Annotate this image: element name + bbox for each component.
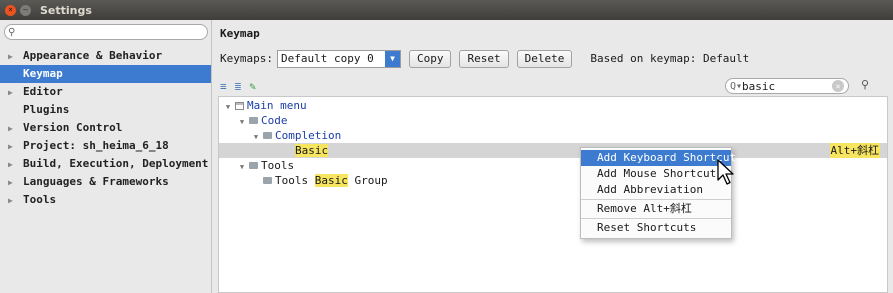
menu-icon [235, 102, 244, 110]
reset-button[interactable]: Reset [459, 49, 509, 68]
find-shortcut-icon[interactable]: ⚲ [861, 78, 869, 91]
expand-arrow-icon: ▶ [8, 178, 13, 187]
sidebar-item-label: Build, Execution, Deployment [23, 157, 209, 170]
expand-arrow-icon: ▶ [8, 160, 13, 169]
action-basic: Basic [295, 144, 329, 157]
menu-item-remove-shortcut[interactable]: Remove Alt+斜杠 [581, 201, 731, 217]
mouse-cursor-icon [717, 159, 734, 185]
menu-divider [581, 218, 731, 219]
tree-row-code[interactable]: ▼ Code [219, 113, 887, 128]
sidebar-item-label: Tools [23, 193, 57, 206]
edit-pencil-icon[interactable]: ✎ [249, 80, 256, 93]
expand-arrow-icon: ▶ [8, 88, 13, 97]
sidebar-item-label: Keymap [23, 67, 63, 80]
menu-divider [581, 199, 731, 200]
folder-icon [263, 177, 272, 184]
based-on-keymap-text: Based on keymap: Default [590, 52, 750, 65]
search-icon: Q▾ [730, 80, 743, 92]
sidebar-item-version-control[interactable]: ▶ Version Control [0, 119, 211, 137]
folder-icon [263, 132, 272, 139]
delete-button[interactable]: Delete [516, 49, 573, 68]
expand-arrow-icon: ▶ [8, 196, 13, 205]
sidebar-item-label: Appearance & Behavior [23, 49, 163, 62]
sidebar-item-keymap[interactable]: Keymap [0, 65, 211, 83]
close-window-button[interactable]: × [5, 4, 16, 16]
search-icon: ⚲ [8, 26, 16, 38]
keymap-select[interactable]: Default copy 0 ▼ [276, 49, 401, 68]
menu-item-add-keyboard-shortcut[interactable]: Add Keyboard Shortcut [581, 150, 736, 166]
expand-all-icon[interactable]: ≡ [220, 80, 227, 93]
keymaps-label: Keymaps: [220, 52, 273, 65]
title-bar: × – Settings [0, 0, 893, 20]
sidebar-item-project[interactable]: ▶ Project: sh_heima_6_18 [0, 137, 211, 155]
sidebar-item-build[interactable]: ▶ Build, Execution, Deployment [0, 155, 211, 173]
shortcut-badge: Alt+斜杠 [829, 143, 880, 158]
tree-row-completion[interactable]: ▼ Completion [219, 128, 887, 143]
minimize-window-button[interactable]: – [20, 4, 31, 16]
tree-row-basic[interactable]: Basic Alt+斜杠 [219, 143, 887, 158]
copy-button[interactable]: Copy [408, 49, 452, 68]
tree-row-main-menu[interactable]: ▼ Main menu [219, 98, 887, 113]
sidebar-item-appearance[interactable]: ▶ Appearance & Behavior [0, 47, 211, 65]
keymap-controls: Keymaps: Default copy 0 ▼ Copy Reset Del… [220, 49, 880, 68]
settings-search-input[interactable]: ⚲ [4, 24, 208, 40]
chevron-down-icon[interactable]: ▼ [384, 50, 400, 67]
expand-arrow-icon: ▶ [8, 124, 13, 133]
tree-row-tools[interactable]: ▼ Tools [219, 158, 887, 173]
sidebar-item-label: Languages & Frameworks [23, 175, 169, 188]
menu-item-reset-shortcuts[interactable]: Reset Shortcuts [581, 220, 731, 236]
menu-item-add-abbreviation[interactable]: Add Abbreviation [581, 182, 731, 198]
folder-icon [249, 117, 258, 124]
collapse-all-icon[interactable]: ≣ [235, 80, 242, 93]
clear-icon[interactable]: × [832, 80, 844, 92]
sidebar-item-tools[interactable]: ▶ Tools [0, 191, 211, 209]
tree-row-tools-basic-group[interactable]: Tools Basic Group [219, 173, 887, 188]
context-menu: Add Keyboard Shortcut Add Mouse Shortcut… [580, 147, 736, 239]
sidebar-item-label: Plugins [23, 103, 70, 116]
filter-value: basic [742, 79, 776, 93]
sidebar-item-languages[interactable]: ▶ Languages & Frameworks [0, 173, 211, 191]
window-title: Settings [40, 3, 92, 17]
keymap-filter-input[interactable]: Q▾ basic × [725, 78, 849, 94]
expand-arrow-icon: ▶ [8, 142, 13, 151]
actions-tree: ▼ Main menu ▼ Code ▼ Completion Basic Alt+斜… [218, 96, 888, 293]
sidebar-item-plugins[interactable]: Plugins [0, 101, 211, 119]
keymap-panel: Keymap Keymaps: Default copy 0 ▼ Copy Re… [213, 20, 893, 293]
settings-sidebar: ⚲ ▶ Appearance & Behavior Keymap ▶ Editor … [0, 20, 212, 293]
sidebar-item-label: Project: sh_heima_6_18 [23, 139, 169, 152]
sidebar-item-editor[interactable]: ▶ Editor [0, 83, 211, 101]
expand-arrow-icon: ▶ [8, 52, 13, 61]
tree-toolbar: ≡ ≣ ✎ [220, 80, 256, 93]
sidebar-item-label: Version Control [23, 121, 123, 134]
folder-icon [249, 162, 258, 169]
page-title: Keymap [220, 27, 260, 40]
menu-item-add-mouse-shortcut[interactable]: Add Mouse Shortcut [581, 166, 731, 182]
sidebar-item-label: Editor [23, 85, 63, 98]
settings-nav: ▶ Appearance & Behavior Keymap ▶ Editor Pl… [0, 47, 211, 209]
keymap-select-value: Default copy 0 [280, 52, 374, 65]
